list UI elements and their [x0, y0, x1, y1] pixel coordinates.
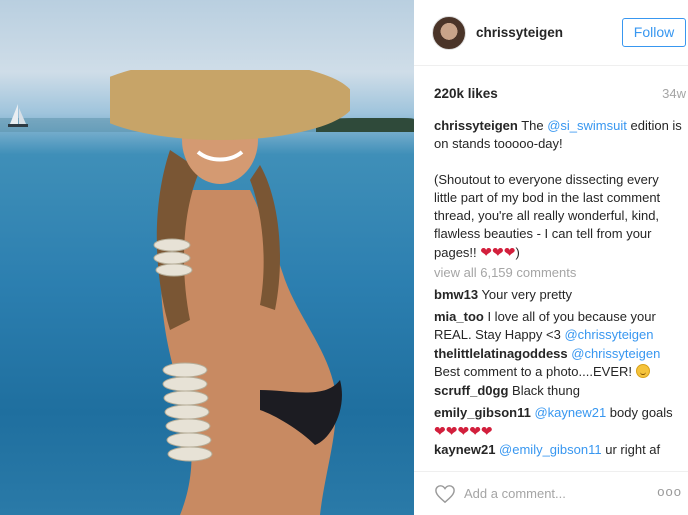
comment-username[interactable]: thelittlelatinagoddess	[434, 346, 568, 361]
comment-text: Best comment to a photo....EVER!	[434, 364, 636, 379]
caption-text-1: The	[517, 118, 548, 133]
sailboat-icon	[8, 104, 28, 127]
smiley-emoji-icon	[635, 364, 650, 378]
comment-hearts: ❤❤❤❤❤	[434, 423, 493, 439]
likes-count[interactable]: 220k likes	[434, 86, 498, 101]
post-timestamp[interactable]: 34w	[662, 86, 686, 101]
caption-username[interactable]: chrissyteigen	[434, 118, 518, 133]
comment-text: body goals	[606, 405, 673, 420]
post-header: chrissyteigen Follow	[414, 0, 688, 66]
caption-paragraph-2: (Shoutout to everyone dissecting every l…	[434, 172, 661, 260]
comment-username[interactable]: kaynew21	[434, 442, 495, 457]
caption-mention[interactable]: @si_swimsuit	[547, 118, 627, 133]
comment-username[interactable]: mia_too	[434, 309, 484, 324]
more-options-icon[interactable]: ooo	[657, 484, 682, 499]
comment-item: thelittlelatinagoddess @chrissyteigen Bes…	[434, 345, 684, 381]
comment-mention[interactable]: @kaynew21	[531, 405, 606, 420]
post-photo[interactable]	[0, 0, 414, 515]
comment-item: kaynew21 @emily_gibson11 ur right af	[434, 441, 684, 459]
heart-outline-icon[interactable]	[434, 484, 456, 504]
post-caption: chrissyteigen The @si_swimsuit edition i…	[434, 117, 684, 262]
add-comment-input[interactable]: Add a comment...	[464, 486, 566, 501]
comment-mention[interactable]: @chrissyteigen	[568, 346, 660, 361]
comment-username[interactable]: scruff_d0gg	[434, 383, 508, 398]
post-side-panel: chrissyteigen Follow 220k likes 34w chri…	[414, 0, 688, 515]
follow-button[interactable]: Follow	[622, 18, 686, 47]
woman-in-straw-hat-image	[110, 70, 350, 515]
avatar[interactable]	[432, 16, 466, 50]
comment-text: ur right af	[601, 442, 661, 457]
comment-item: bmw13 Your very pretty	[434, 286, 684, 304]
view-all-comments-link[interactable]: view all 6,159 comments	[434, 265, 576, 280]
comment-username[interactable]: emily_gibson11	[434, 405, 531, 420]
comment-text: Black thung	[508, 383, 580, 398]
comment-item: emily_gibson11 @kaynew21 body goals ❤❤❤❤…	[434, 404, 684, 441]
comment-item: mia_too I love all of you because your R…	[434, 308, 684, 344]
post-username[interactable]: chrissyteigen	[476, 25, 563, 40]
caption-closing: )	[515, 245, 520, 260]
comment-footer: Add a comment... ooo	[414, 471, 688, 515]
comment-mention[interactable]: @emily_gibson11	[495, 442, 602, 457]
comment-mention[interactable]: @chrissyteigen	[564, 327, 653, 342]
comment-username[interactable]: bmw13	[434, 287, 478, 302]
comment-text: Your very pretty	[478, 287, 573, 302]
caption-hearts: ❤❤❤	[480, 244, 516, 260]
comment-item: scruff_d0gg Black thung	[434, 382, 684, 400]
